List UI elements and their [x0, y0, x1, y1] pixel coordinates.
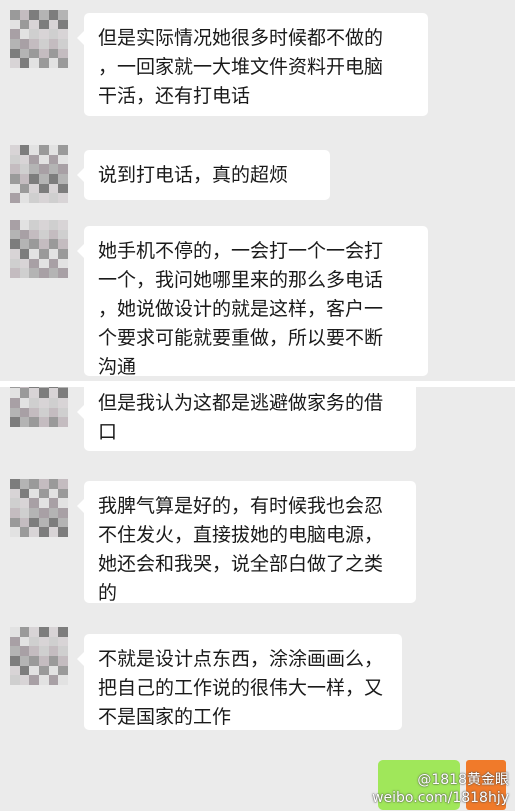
watermark-line: @1818黄金眼	[417, 772, 509, 788]
message-line: 我脾气算是好的，有时候我也会忍	[98, 495, 384, 517]
message-line: 她还会和我哭，说全部白做了之类	[98, 553, 384, 575]
chat-panel-bottom: 但是我认为这都是逃避做家务的借 口 我脾气算是好的，有时候我也会忍 不住发火，直…	[0, 387, 515, 811]
message-bubble: 说到打电话，真的超烦	[77, 150, 330, 200]
message-line: 把自己的工作说的很伟大一样，又	[98, 677, 384, 699]
message-line: 不是国家的工作	[98, 706, 232, 728]
message-line: 但是实际情况她很多时候都不做的	[98, 27, 384, 49]
avatar[interactable]	[10, 387, 68, 427]
avatar[interactable]	[10, 627, 68, 685]
avatar[interactable]	[10, 479, 68, 537]
avatar[interactable]	[10, 145, 68, 203]
message-bubble: 不就是设计点东西，涂涂画画么， 把自己的工作说的很伟大一样，又 不是国家的工作	[77, 634, 402, 730]
message-bubble: 我脾气算是好的，有时候我也会忍 不住发火，直接拔她的电脑电源， 她还会和我哭，说…	[77, 481, 416, 604]
message-bubble: 但是实际情况她很多时候都不做的 ，一回家就一大堆文件资料开电脑 干活，还有打电话	[77, 13, 428, 116]
watermark-line: weibo.com/1818hjy	[372, 790, 509, 806]
avatar[interactable]	[10, 220, 68, 278]
message-line: 不就是设计点东西，涂涂画画么，	[98, 648, 384, 670]
message-line: 她手机不停的，一会打一个一会打	[98, 240, 384, 262]
chat-panel-top: 但是实际情况她很多时候都不做的 ，一回家就一大堆文件资料开电脑 干活，还有打电话…	[0, 0, 515, 381]
message-bubble: 但是我认为这都是逃避做家务的借 口	[77, 387, 416, 451]
message-line: 但是我认为这都是逃避做家务的借	[98, 392, 384, 414]
message-line: ，一回家就一大堆文件资料开电脑	[98, 56, 384, 78]
message-line: 干活，还有打电话	[98, 85, 251, 107]
message-line: 不住发火，直接拔她的电脑电源，	[98, 524, 384, 546]
message-line: 一个，我问她哪里来的那么多电话	[98, 269, 384, 291]
message-line: 口	[98, 421, 118, 443]
message-line: ，她说做设计的就是这样，客户一	[98, 298, 384, 320]
watermark: @1818黄金眼 weibo.com/1818hjy	[372, 771, 509, 807]
message-bubble: 她手机不停的，一会打一个一会打 一个，我问她哪里来的那么多电话 ，她说做设计的就…	[77, 226, 428, 378]
message-line: 说到打电话，真的超烦	[98, 164, 289, 186]
message-line: 的	[98, 582, 118, 604]
message-line: 沟通	[98, 356, 137, 378]
avatar[interactable]	[10, 10, 68, 68]
message-line: 个要求可能就要重做，所以要不断	[98, 327, 384, 349]
